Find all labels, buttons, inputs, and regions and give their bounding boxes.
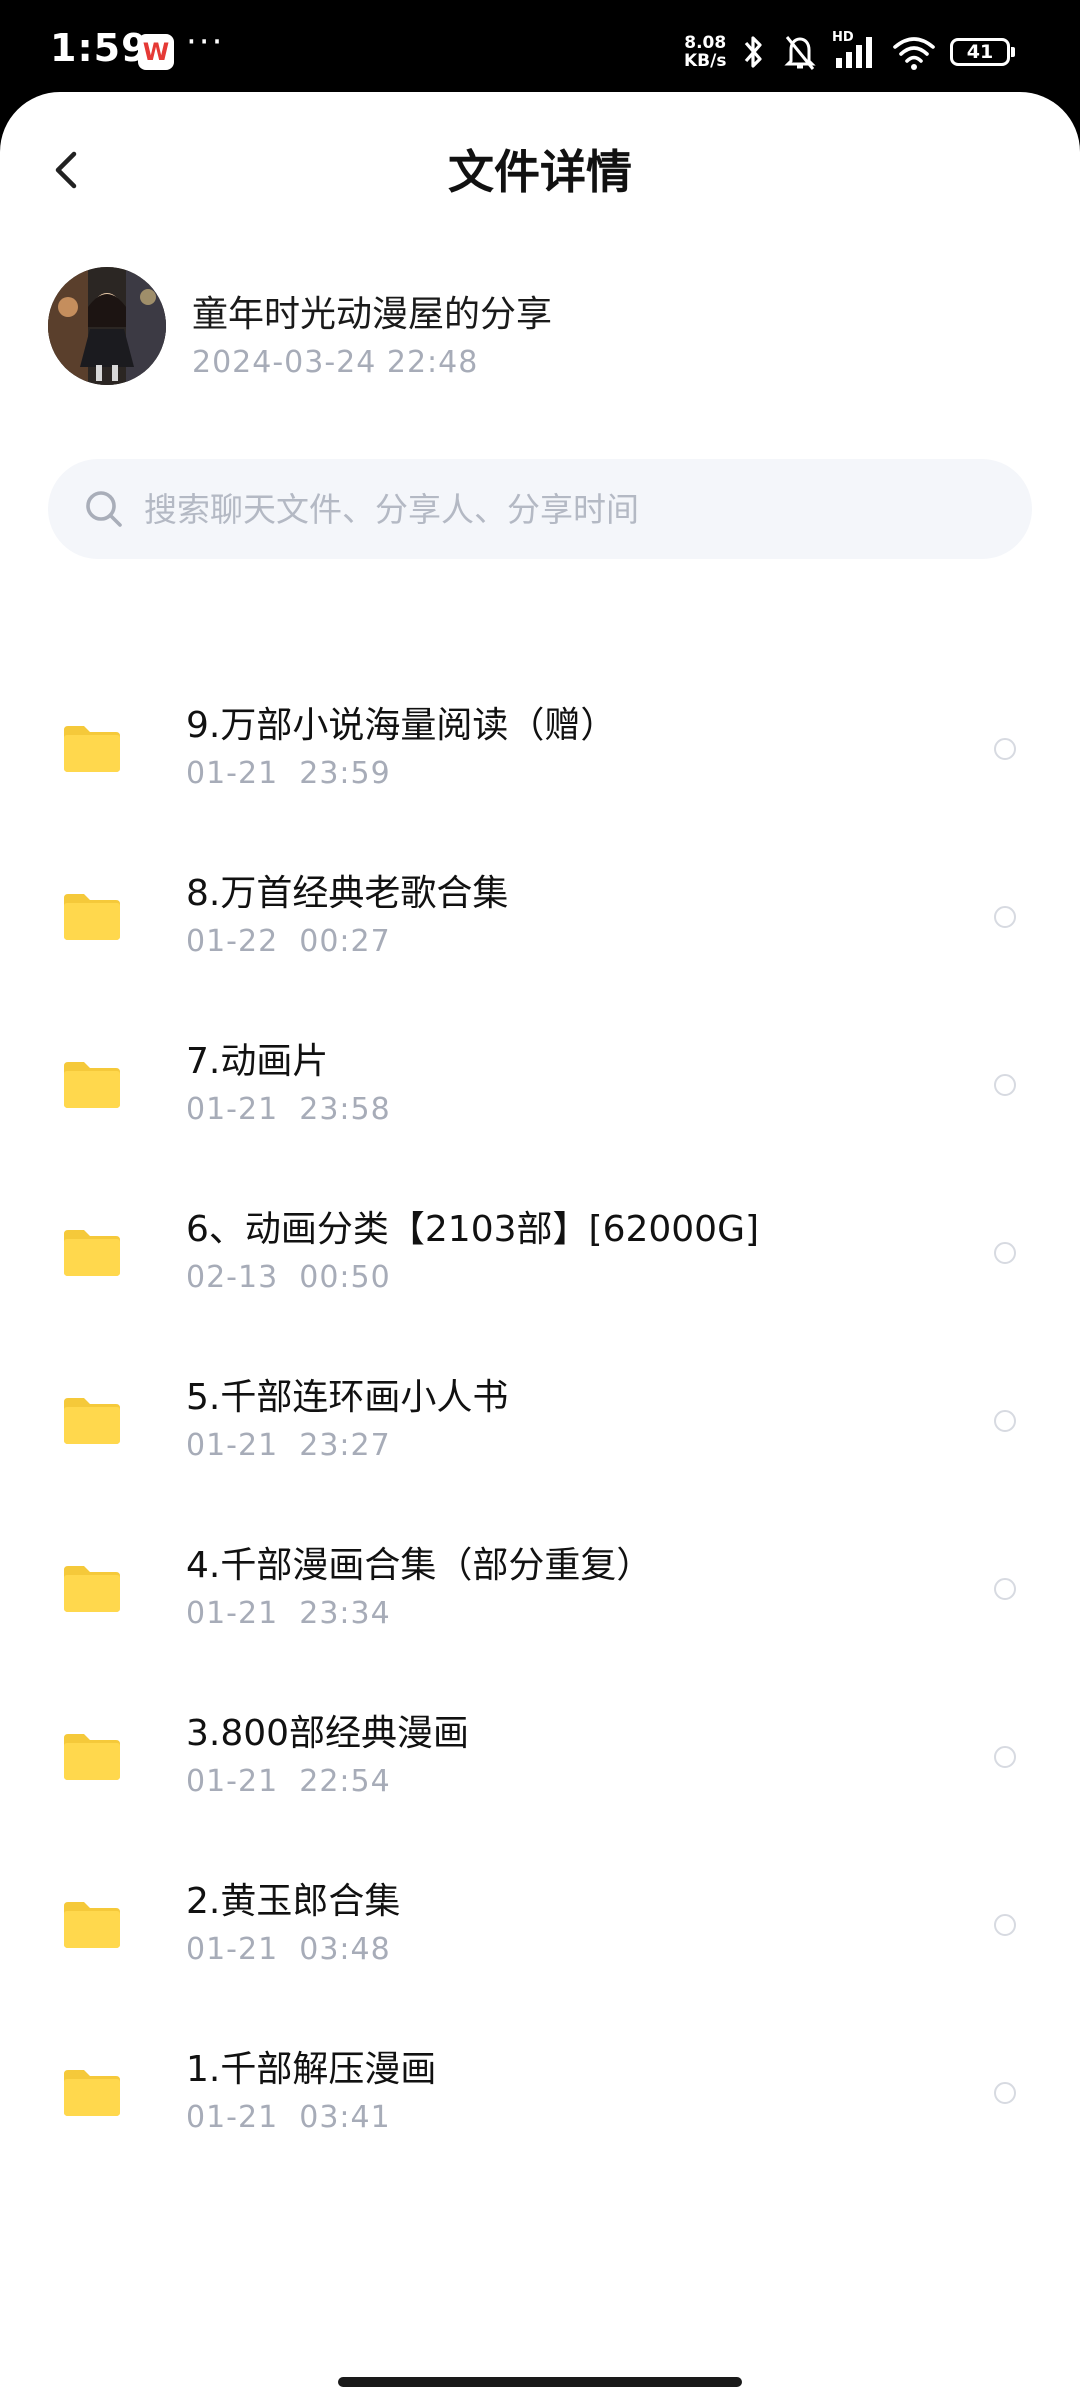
folder-icon bbox=[64, 1062, 120, 1108]
file-date: 01-21 03:41 bbox=[186, 2100, 391, 2135]
select-radio[interactable] bbox=[994, 1914, 1016, 1936]
select-radio[interactable] bbox=[994, 738, 1016, 760]
select-radio[interactable] bbox=[994, 2082, 1016, 2104]
file-details-sheet: 文件详情 童年时光动漫屋的分享 2024-03-24 22:48 搜索聊天文件、… bbox=[0, 92, 1080, 2401]
search-icon bbox=[86, 491, 122, 527]
network-speed: 8.08 KB/s bbox=[684, 34, 726, 70]
select-radio[interactable] bbox=[994, 1074, 1016, 1096]
select-radio[interactable] bbox=[994, 1410, 1016, 1432]
file-row[interactable]: 3.800部经典漫画 01-21 22:54 bbox=[0, 1680, 1080, 1848]
select-radio[interactable] bbox=[994, 1242, 1016, 1264]
chevron-left-icon bbox=[55, 151, 77, 189]
file-name: 4.千部漫画合集（部分重复） bbox=[186, 1545, 653, 1586]
select-radio[interactable] bbox=[994, 906, 1016, 928]
folder-icon bbox=[64, 1566, 120, 1612]
file-date: 01-21 23:34 bbox=[186, 1596, 391, 1631]
file-date: 01-21 23:58 bbox=[186, 1092, 391, 1127]
sharer-name: 童年时光动漫屋的分享 bbox=[192, 294, 553, 335]
folder-icon bbox=[64, 2070, 120, 2116]
file-date: 01-21 22:54 bbox=[186, 1764, 391, 1799]
signal-icon bbox=[836, 37, 872, 68]
more-notifications-icon: ··· bbox=[186, 22, 225, 62]
folder-icon bbox=[64, 1230, 120, 1276]
avatar[interactable] bbox=[48, 267, 166, 385]
select-radio[interactable] bbox=[994, 1578, 1016, 1600]
file-row[interactable]: 6、动画分类【2103部】[62000G] 02-13 00:50 bbox=[0, 1176, 1080, 1344]
file-date: 01-21 23:27 bbox=[186, 1428, 391, 1463]
file-row[interactable]: 7.动画片 01-21 23:58 bbox=[0, 1008, 1080, 1176]
status-time: 1:59 bbox=[50, 26, 149, 70]
file-row[interactable]: 5.千部连环画小人书 01-21 23:27 bbox=[0, 1344, 1080, 1512]
select-radio[interactable] bbox=[994, 1746, 1016, 1768]
file-name: 5.千部连环画小人书 bbox=[186, 1377, 509, 1418]
file-name: 7.动画片 bbox=[186, 1041, 329, 1082]
file-name: 1.千部解压漫画 bbox=[186, 2049, 437, 2090]
file-row[interactable]: 1.千部解压漫画 01-21 03:41 bbox=[0, 2016, 1080, 2184]
signal-hd: HD bbox=[832, 30, 878, 72]
file-name: 2.黄玉郎合集 bbox=[186, 1881, 401, 1922]
status-bar: 1:59 W ··· 8.08 KB/s HD 41 bbox=[0, 0, 1080, 92]
network-speed-unit: KB/s bbox=[684, 51, 727, 71]
file-row[interactable]: 9.万部小说海量阅读（赠） 01-21 23:59 bbox=[0, 672, 1080, 840]
wps-app-icon: W bbox=[138, 34, 174, 70]
file-date: 01-21 03:48 bbox=[186, 1932, 391, 1967]
file-row[interactable]: 4.千部漫画合集（部分重复） 01-21 23:34 bbox=[0, 1512, 1080, 1680]
file-name: 9.万部小说海量阅读（赠） bbox=[186, 705, 617, 746]
file-name: 3.800部经典漫画 bbox=[186, 1713, 470, 1754]
folder-icon bbox=[64, 1902, 120, 1948]
share-time: 2024-03-24 22:48 bbox=[192, 345, 479, 380]
file-row[interactable]: 2.黄玉郎合集 01-21 03:48 bbox=[0, 1848, 1080, 2016]
file-row[interactable]: 8.万首经典老歌合集 01-22 00:27 bbox=[0, 840, 1080, 1008]
folder-icon bbox=[64, 726, 120, 772]
battery-icon: 41 bbox=[950, 38, 1015, 66]
file-name: 8.万首经典老歌合集 bbox=[186, 873, 509, 914]
folder-icon bbox=[64, 1398, 120, 1444]
file-date: 01-22 00:27 bbox=[186, 924, 391, 959]
file-date: 01-21 23:59 bbox=[186, 756, 391, 791]
file-name: 6、动画分类【2103部】[62000G] bbox=[186, 1209, 760, 1250]
page-title: 文件详情 bbox=[448, 145, 632, 199]
status-icons: HD bbox=[738, 30, 936, 74]
bluetooth-icon bbox=[744, 36, 762, 68]
file-date: 02-13 00:50 bbox=[186, 1260, 391, 1295]
search-bar[interactable] bbox=[48, 459, 1032, 559]
network-speed-value: 8.08 bbox=[684, 33, 727, 53]
bell-off-icon bbox=[784, 36, 816, 70]
avatar-image bbox=[48, 267, 166, 385]
wifi-icon bbox=[893, 37, 935, 70]
folder-icon bbox=[64, 1734, 120, 1780]
search-input[interactable] bbox=[144, 459, 1004, 559]
folder-icon bbox=[64, 894, 120, 940]
home-indicator[interactable] bbox=[338, 2377, 742, 2387]
back-button[interactable] bbox=[40, 142, 90, 198]
